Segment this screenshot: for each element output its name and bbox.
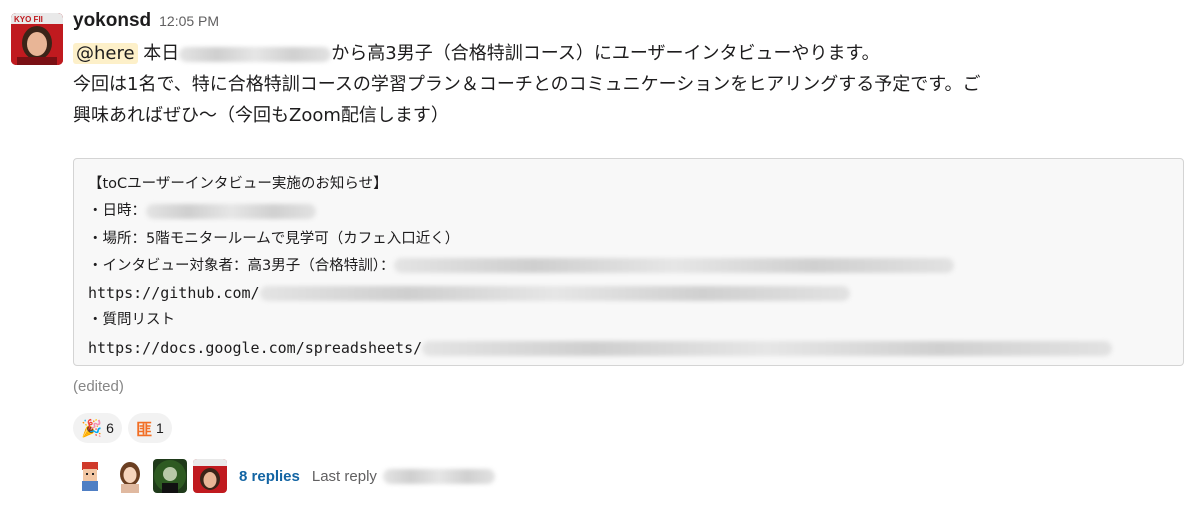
github-url-prefix[interactable]: https://github.com/	[88, 284, 260, 302]
message-line-2: 今回は1名で、特に合格特訓コースの学習プラン＆コーチとのコミュニケーションをヒア…	[73, 74, 981, 95]
code-line-sheets-url[interactable]: https://docs.google.com/spreadsheets/	[88, 335, 1169, 362]
reaction-party-popper[interactable]: 🎉 6	[73, 413, 122, 443]
code-line-place: ・場所：5階モニタールームで見学可（カフェ入口近く）	[88, 230, 460, 247]
reactions-bar: 🎉 6 匪 1	[73, 413, 172, 443]
redacted-datetime	[146, 203, 316, 219]
redacted-sheets-path	[422, 340, 1113, 356]
code-line-datetime: ・日時：	[88, 198, 1169, 225]
code-block: 【toCユーザーインタビュー実施のお知らせ】 ・日時： ・場所：5階モニタールー…	[73, 158, 1184, 366]
message-header: yokonsd 12:05 PM	[73, 10, 219, 38]
message-timestamp[interactable]: 12:05 PM	[159, 13, 219, 29]
message-text-suffix: から高3男子（合格特訓コース）にユーザーインタビューやります。	[331, 43, 880, 64]
thread-summary[interactable]: 8 replies Last reply	[73, 458, 495, 494]
replier-avatar[interactable]	[153, 459, 187, 493]
code-line-subject: ・インタビュー対象者：高3男子（合格特訓）：	[88, 253, 1169, 280]
message-body: @here 本日 から高3男子（合格特訓コース）にユーザーインタビューやります。 …	[73, 38, 1183, 131]
replier-avatar[interactable]	[73, 459, 107, 493]
svg-text:KYO FII: KYO FII	[14, 15, 43, 24]
redacted-github-path	[259, 286, 850, 302]
subject-label: ・インタビュー対象者：高3男子（合格特訓）：	[88, 257, 395, 274]
last-reply-label: Last reply	[311, 467, 377, 485]
code-line-github-url[interactable]: https://github.com/	[88, 280, 1169, 307]
replies-link[interactable]: 8 replies	[239, 468, 300, 485]
replier-avatar[interactable]	[193, 459, 227, 493]
datetime-label: ・日時：	[88, 203, 146, 220]
replier-avatar[interactable]	[113, 459, 147, 493]
kanji-hi-icon: 匪	[135, 422, 152, 439]
redacted-last-reply-time	[382, 468, 495, 484]
edited-label: (edited)	[73, 378, 124, 395]
message-line-3: 興味あればぜひ〜（今回もZoom配信します）	[73, 105, 449, 126]
code-line-question-list: ・質問リスト	[88, 312, 175, 329]
mention-here[interactable]: @here	[73, 43, 138, 64]
reaction-count: 1	[155, 420, 164, 436]
redacted-subject	[394, 258, 955, 274]
author-avatar[interactable]: KYO FII	[11, 13, 63, 65]
reaction-count: 6	[106, 420, 114, 436]
code-line-title: 【toCユーザーインタビュー実施のお知らせ】	[88, 176, 388, 192]
sheets-url-prefix[interactable]: https://docs.google.com/spreadsheets/	[88, 339, 422, 357]
reaction-kanji-hi[interactable]: 匪 1	[127, 413, 172, 443]
message-text-prefix: 本日	[143, 43, 180, 64]
redacted-date	[179, 46, 332, 62]
party-popper-icon: 🎉	[81, 418, 103, 438]
message-line-1: @here 本日 から高3男子（合格特訓コース）にユーザーインタビューやります。	[73, 38, 1183, 69]
author-name[interactable]: yokonsd	[73, 10, 151, 32]
